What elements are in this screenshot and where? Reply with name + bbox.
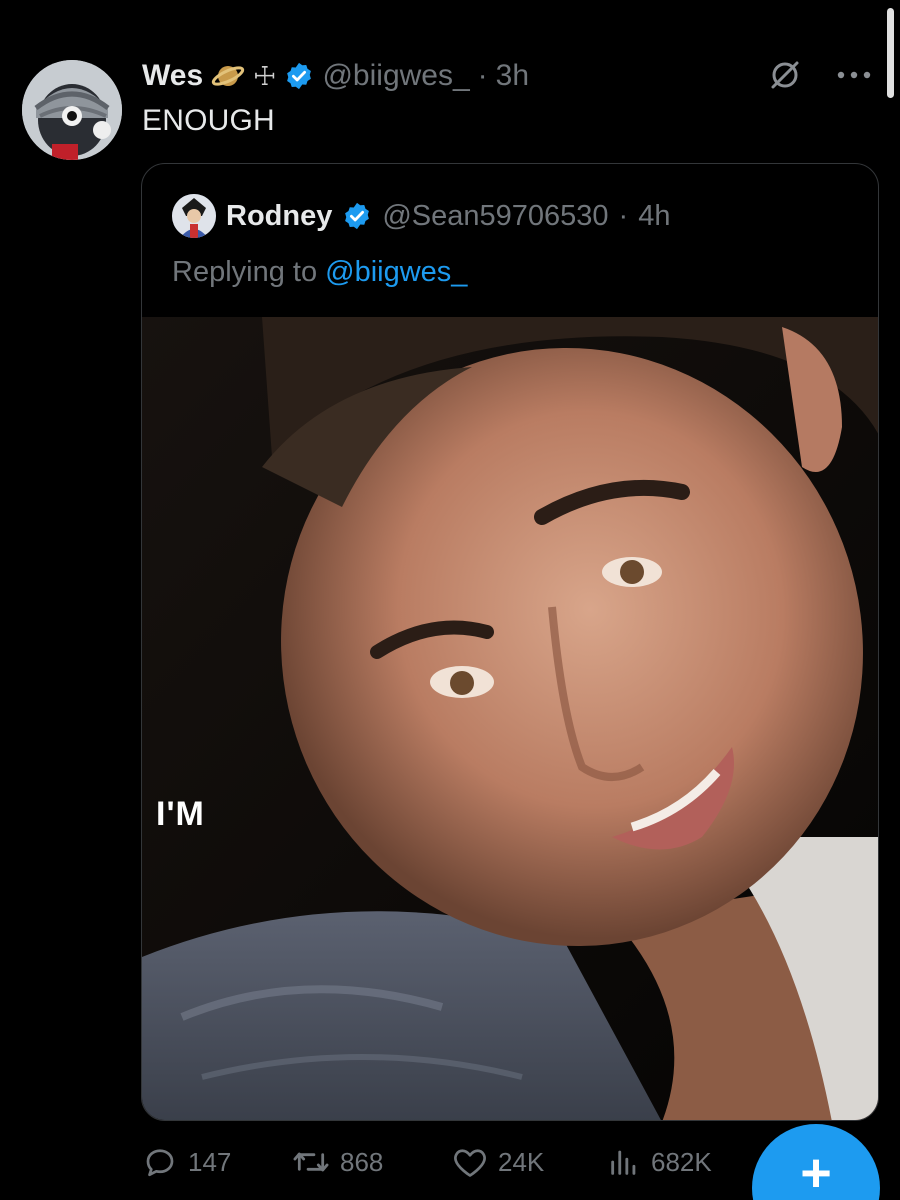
tweet-header-actions (768, 58, 872, 92)
compose-plus-icon: + (800, 1143, 832, 1200)
verified-badge-icon (284, 61, 314, 91)
media-caption: I'M (156, 795, 205, 833)
tweet-action-bar: 147 868 24K 682K (142, 1140, 757, 1184)
more-icon[interactable] (836, 69, 872, 81)
quoted-verified-badge-icon (342, 201, 372, 231)
views-chart-icon (611, 1150, 636, 1175)
compose-button[interactable]: + (752, 1124, 880, 1200)
heart-icon (454, 1149, 486, 1177)
like-count: 24K (498, 1146, 545, 1177)
grok-icon[interactable] (768, 58, 802, 92)
quoted-separator-dot: · (618, 199, 629, 232)
replying-to-line: Replying to @biigwes_ (172, 256, 467, 289)
reply-icon (146, 1149, 174, 1177)
author-name[interactable]: Wes (142, 59, 203, 93)
repost-count: 868 (340, 1146, 384, 1177)
views-button[interactable]: 682K (607, 1145, 757, 1179)
quoted-tweet-card[interactable]: Rodney @Sean59706530 · 4h Replying to @b… (141, 163, 879, 1121)
avatar-image (22, 60, 122, 160)
tweet-timestamp[interactable]: 3h (496, 59, 529, 93)
tweet-text: ENOUGH (142, 104, 275, 137)
tweet-header: Wes ☩ @biigwes_ · 3h (142, 56, 529, 96)
reply-button[interactable]: 147 (142, 1144, 292, 1180)
quoted-author-handle[interactable]: @Sean59706530 (382, 200, 608, 233)
ringed-planet-emoji (211, 59, 245, 93)
replying-to-label: Replying to (172, 256, 326, 288)
repost-icon (293, 1152, 329, 1172)
media-photo (142, 317, 878, 1120)
quoted-tweet-header: Rodney @Sean59706530 · 4h (172, 194, 670, 238)
repost-button[interactable]: 868 (292, 1144, 452, 1180)
scrollbar[interactable] (887, 8, 894, 98)
quoted-timestamp[interactable]: 4h (638, 200, 670, 233)
author-avatar[interactable] (22, 60, 122, 160)
orthodox-cross-glyph: ☩ (253, 60, 277, 91)
views-count: 682K (651, 1146, 712, 1177)
separator-dot: · (477, 59, 488, 92)
quoted-author-avatar[interactable] (172, 194, 216, 238)
like-button[interactable]: 24K (452, 1145, 607, 1179)
author-handle[interactable]: @biigwes_ (322, 59, 469, 93)
quoted-author-name[interactable]: Rodney (226, 200, 332, 233)
replying-to-link[interactable]: @biigwes_ (325, 256, 467, 288)
quoted-media-image[interactable]: I'M (142, 317, 878, 1120)
reply-count: 147 (188, 1146, 232, 1177)
